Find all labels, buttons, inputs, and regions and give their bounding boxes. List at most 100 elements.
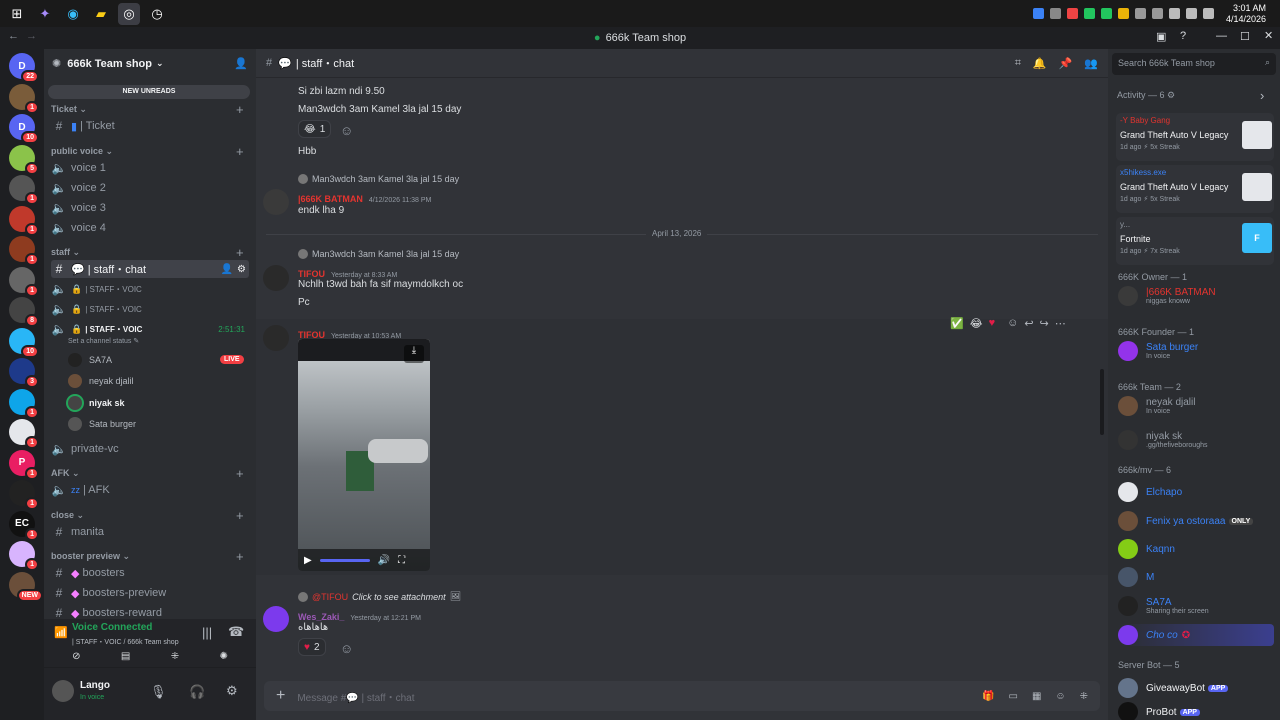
- maximize-icon[interactable]: ☐: [1240, 30, 1250, 43]
- channel-manita[interactable]: # manita: [51, 523, 249, 541]
- forward-icon[interactable]: ↪: [1040, 317, 1049, 330]
- activities-icon[interactable]: ⁜: [171, 651, 179, 665]
- copilot-icon[interactable]: ✦: [34, 3, 56, 25]
- server-icon[interactable]: 1: [9, 388, 39, 419]
- channel-staff-voic-1[interactable]: 🔈 🔒 | STAFF・VOIC: [51, 280, 249, 298]
- member-item[interactable]: Cho co ✪: [1118, 624, 1274, 646]
- heart-emoji-icon[interactable]: ♥: [989, 317, 996, 329]
- member-item[interactable]: neyak djalil In voice: [1118, 395, 1195, 417]
- voice-user[interactable]: neyak djalil: [68, 372, 134, 390]
- pin-icon[interactable]: 📌: [1059, 57, 1073, 70]
- channel-voice-2[interactable]: 🔈 voice 2: [51, 179, 249, 197]
- channel-voice-1[interactable]: 🔈 voice 1: [51, 159, 249, 177]
- camera-off-icon[interactable]: ⊘: [72, 651, 80, 665]
- reaction[interactable]: ♥ 2: [298, 638, 326, 656]
- server-icon[interactable]: 3: [9, 358, 39, 388]
- create-channel-icon[interactable]: +: [236, 144, 244, 159]
- server-icon[interactable]: 5: [9, 144, 39, 175]
- help-icon[interactable]: ?: [1180, 30, 1186, 42]
- apps-icon[interactable]: ⁜: [1080, 691, 1088, 702]
- category-ticket[interactable]: Ticket ⌄ +: [51, 102, 244, 117]
- taskbar-clock[interactable]: 3:01 AM 4/14/2026: [1226, 3, 1266, 25]
- server-icon[interactable]: 1: [9, 205, 39, 236]
- forward-arrow-icon[interactable]: →: [26, 30, 37, 42]
- avatar[interactable]: [263, 606, 289, 632]
- tray-icon[interactable]: [1134, 8, 1146, 19]
- play-icon[interactable]: ▶: [304, 555, 312, 566]
- avatar[interactable]: [263, 189, 289, 215]
- discord-taskbar-icon[interactable]: ◎: [118, 2, 140, 25]
- chevron-right-icon[interactable]: ›: [1260, 88, 1264, 103]
- file-explorer-icon[interactable]: ▰: [90, 3, 112, 25]
- member-item[interactable]: ProBot APP: [1118, 701, 1200, 720]
- reply-preview[interactable]: Man3wdch 3am Kamel 3la jal 15 day: [298, 249, 459, 259]
- member-item[interactable]: Kaqnn: [1118, 538, 1175, 560]
- new-unreads-pill[interactable]: NEW UNREADS: [48, 85, 250, 99]
- channel-voice-3[interactable]: 🔈 voice 3: [51, 199, 249, 217]
- server-header[interactable]: ✺ 666k Team shop ⌄ 👤: [44, 49, 256, 78]
- create-channel-icon[interactable]: +: [236, 466, 244, 481]
- category-afk[interactable]: AFK ⌄ +: [51, 466, 244, 481]
- add-reaction-icon[interactable]: ☺: [1007, 317, 1018, 329]
- server-icon[interactable]: D 22: [9, 53, 39, 83]
- signal-icon[interactable]: 📶: [54, 626, 68, 639]
- scrollbar[interactable]: [1100, 369, 1104, 435]
- gear-icon[interactable]: ⚙: [237, 264, 246, 275]
- soundboard-icon[interactable]: ✺: [219, 651, 227, 665]
- tray-icon[interactable]: [1066, 8, 1078, 19]
- tray-icon[interactable]: [1083, 8, 1095, 19]
- channel-status-hint[interactable]: Set a channel status ✎: [68, 337, 139, 345]
- tray-icon[interactable]: [1151, 8, 1163, 19]
- server-icon[interactable]: EC 1: [9, 510, 39, 541]
- reply-icon[interactable]: ↩: [1024, 317, 1033, 330]
- add-reaction-icon[interactable]: ☺: [340, 123, 353, 138]
- video-progress[interactable]: [319, 558, 370, 562]
- member-item[interactable]: GiveawayBot APP: [1118, 677, 1229, 699]
- server-icon[interactable]: 8: [9, 297, 39, 327]
- voice-user[interactable]: SA7A: [68, 351, 112, 369]
- gear-icon[interactable]: ⚙: [226, 683, 238, 699]
- channel-staff-chat[interactable]: # 💬 | staff・chat 👤 ⚙: [51, 260, 249, 278]
- reaction[interactable]: 😂 1: [298, 120, 332, 138]
- microphone-icon[interactable]: 🎙: [150, 684, 167, 700]
- channel-voice-4[interactable]: 🔈 voice 4: [51, 219, 249, 237]
- reply-preview[interactable]: Man3wdch 3am Kamel 3la jal 15 day: [298, 174, 459, 184]
- member-item[interactable]: |666K BATMAN niggas knoww: [1118, 285, 1216, 307]
- channel-staff-voic-3[interactable]: 🔈 🔒 | STAFF・VOIC 2:51:31: [51, 320, 249, 338]
- check-emoji-icon[interactable]: ✅: [950, 317, 964, 330]
- category-close[interactable]: close ⌄ +: [51, 508, 244, 523]
- tray-icon[interactable]: [1100, 8, 1112, 19]
- reply-preview[interactable]: @TIFOU Click to see attachment 🖼: [298, 591, 461, 602]
- message-author[interactable]: Wes_Zaki_: [298, 612, 344, 622]
- category-staff[interactable]: staff ⌄ +: [51, 245, 244, 260]
- volume-icon[interactable]: [1185, 8, 1197, 19]
- category-booster-preview[interactable]: booster preview ⌄ +: [51, 549, 244, 564]
- create-channel-icon[interactable]: +: [236, 508, 244, 523]
- activity-card[interactable]: y... Fortnite 1d ago ⚡ 7x Streak F: [1116, 217, 1274, 265]
- create-channel-icon[interactable]: +: [236, 245, 244, 260]
- search-input[interactable]: Search 666k Team shop: [1118, 58, 1215, 68]
- server-icon[interactable]: 1: [9, 236, 39, 266]
- voice-user[interactable]: Sata burger: [68, 415, 136, 433]
- channel-ticket[interactable]: # ▮ | Ticket: [51, 117, 249, 135]
- create-channel-icon[interactable]: +: [236, 549, 244, 564]
- voice-user[interactable]: niyak sk: [68, 394, 125, 412]
- server-icon[interactable]: 1: [9, 480, 39, 510]
- member-item[interactable]: Fenix ya ostoraaa ONLY: [1118, 510, 1254, 532]
- member-item[interactable]: niyak sk .gg/thefiveboroughs: [1118, 429, 1208, 451]
- windows-start-icon[interactable]: ⊞: [6, 3, 28, 25]
- message-author[interactable]: |666K BATMAN: [298, 194, 363, 204]
- attach-plus-icon[interactable]: +: [276, 687, 285, 705]
- search-box[interactable]: Search 666k Team shop ⌕: [1112, 53, 1276, 75]
- close-window-icon[interactable]: ✕: [1264, 29, 1273, 42]
- clock-app-icon[interactable]: ◷: [146, 3, 168, 25]
- threads-icon[interactable]: ⌗: [1015, 57, 1021, 70]
- avatar[interactable]: [263, 325, 289, 351]
- volume-icon[interactable]: 🔊: [378, 555, 390, 566]
- noise-suppression-icon[interactable]: |||: [202, 625, 212, 640]
- bell-icon[interactable]: 🔔: [1033, 57, 1047, 70]
- member-item[interactable]: SA7A Sharing their screen: [1118, 595, 1209, 617]
- category-public-voice[interactable]: public voice ⌄ +: [51, 144, 244, 159]
- server-icon[interactable]: D 10: [9, 114, 39, 144]
- channel-private-vc[interactable]: 🔈 private-vc: [51, 440, 249, 458]
